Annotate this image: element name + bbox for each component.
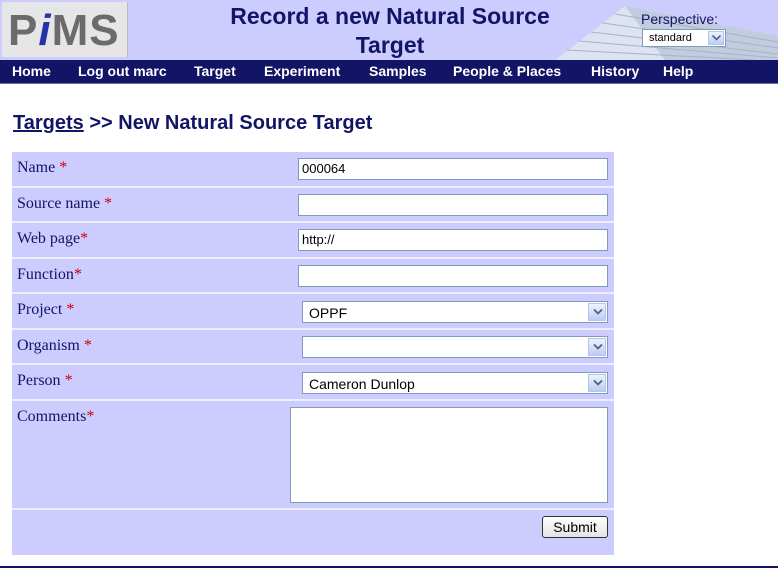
chevron-down-icon[interactable] — [588, 303, 606, 321]
nav-logout[interactable]: Log out marc — [78, 63, 167, 79]
form-row-web-page: Web page* http:// — [12, 223, 614, 259]
nav-samples[interactable]: Samples — [369, 63, 427, 79]
organism-select[interactable] — [302, 336, 608, 358]
perspective-select[interactable]: standard — [642, 29, 726, 47]
person-select[interactable]: Cameron Dunlop — [302, 372, 608, 394]
field-label-source-name: Source name * — [17, 195, 113, 212]
project-value: OPPF — [309, 305, 348, 321]
name-input[interactable]: 000064 — [298, 158, 608, 180]
breadcrumb: Targets >> New Natural Source Target — [13, 112, 372, 135]
form-row-organism: Organism * — [12, 330, 614, 365]
app-header: PiMS Record a new Natural Source Target … — [0, 0, 778, 60]
submit-button[interactable]: Submit — [542, 516, 608, 538]
nav-people-places[interactable]: People & Places — [453, 63, 561, 79]
form-row-project: Project * OPPF — [12, 294, 614, 330]
form-row-source-name: Source name * — [12, 188, 614, 223]
function-input[interactable] — [298, 265, 608, 287]
footer-divider — [0, 566, 778, 568]
source-name-input[interactable] — [298, 194, 608, 216]
nav-home[interactable]: Home — [12, 63, 51, 79]
field-label-name: Name * — [17, 159, 68, 176]
breadcrumb-targets-link[interactable]: Targets — [13, 112, 84, 134]
field-label-project: Project * — [17, 301, 75, 318]
nav-experiment[interactable]: Experiment — [264, 63, 340, 79]
person-value: Cameron Dunlop — [309, 376, 415, 392]
logo-text: PiMS — [8, 6, 120, 55]
breadcrumb-separator: >> — [89, 112, 113, 134]
chevron-down-icon[interactable] — [588, 374, 606, 392]
target-form: Name * 000064 Source name * Web page* ht… — [12, 152, 614, 555]
field-label-organism: Organism * — [17, 337, 92, 354]
field-label-person: Person * — [17, 372, 73, 389]
main-nav: Home Log out marc Target Experiment Samp… — [0, 60, 778, 84]
pims-logo[interactable]: PiMS — [2, 2, 128, 57]
chevron-down-icon[interactable] — [588, 338, 606, 356]
nav-history[interactable]: History — [591, 63, 639, 79]
page-title: Record a new Natural Source Target — [230, 3, 550, 58]
form-row-person: Person * Cameron Dunlop — [12, 365, 614, 401]
chevron-down-icon[interactable] — [708, 31, 724, 45]
project-select[interactable]: OPPF — [302, 301, 608, 323]
perspective-label: Perspective: — [641, 11, 719, 27]
field-label-function: Function* — [17, 266, 82, 283]
nav-target[interactable]: Target — [194, 63, 236, 79]
breadcrumb-current: New Natural Source Target — [118, 112, 373, 134]
comments-textarea[interactable] — [290, 407, 608, 503]
perspective-value: standard — [649, 32, 692, 44]
nav-help[interactable]: Help — [663, 63, 693, 79]
web-page-input[interactable]: http:// — [298, 229, 608, 251]
form-row-name: Name * 000064 — [12, 152, 614, 188]
form-row-comments: Comments* — [12, 401, 614, 510]
form-row-function: Function* — [12, 259, 614, 294]
field-label-web-page: Web page* — [17, 230, 89, 247]
field-label-comments: Comments* — [17, 408, 95, 425]
